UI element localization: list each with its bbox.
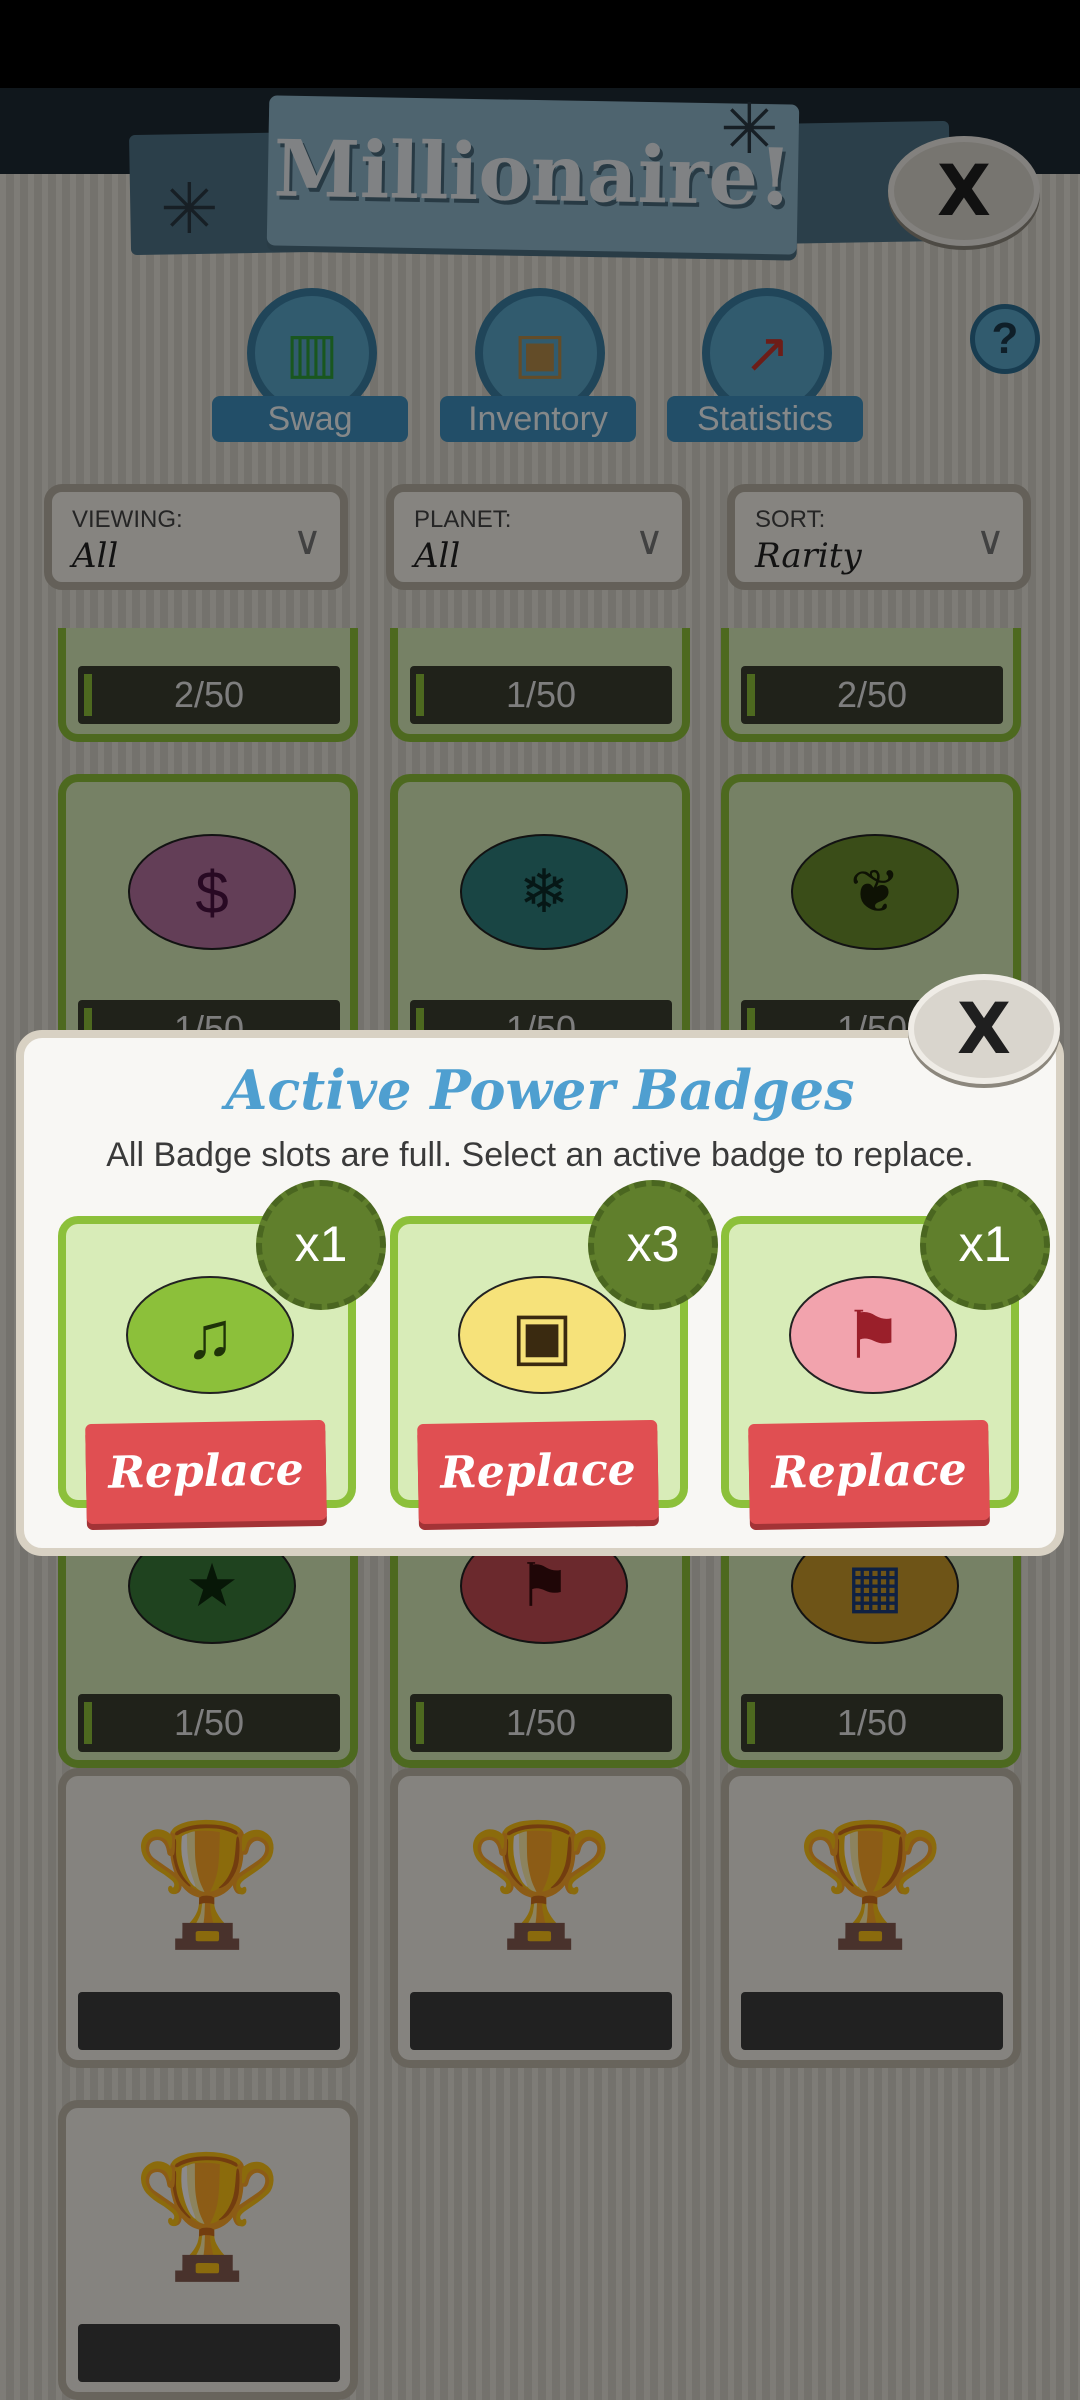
tab-inventory-label: Inventory <box>440 396 636 442</box>
planet-dropdown[interactable]: PLANET: All ∨ <box>386 484 690 590</box>
atom-decoration-icon: ✳ <box>160 170 219 248</box>
trophy-icon: 🏆 <box>465 1818 615 1952</box>
empty-progress-bar <box>741 1992 1003 2050</box>
locked-card[interactable]: 🏆 <box>390 1768 690 2068</box>
progress-bar: 1/50 <box>741 1694 1003 1752</box>
badge-count-seal: x1 <box>256 1180 386 1310</box>
sort-value: Rarity <box>755 536 862 576</box>
dialog-title: Active Power Badges <box>225 1058 855 1122</box>
holly-icon: ❦ <box>791 834 959 950</box>
badge-card[interactable]: $ 1/50 <box>58 774 358 1074</box>
viewing-caption: VIEWING: <box>72 506 183 533</box>
badge-card[interactable]: 1/50 <box>390 628 690 742</box>
viewing-value: All <box>72 536 119 576</box>
pixel-dollar-icon: $ <box>128 834 296 950</box>
empty-progress-bar <box>78 1992 340 2050</box>
planet-caption: PLANET: <box>414 506 512 533</box>
close-button[interactable]: X <box>888 136 1040 246</box>
close-icon: X <box>937 150 991 232</box>
badge-card[interactable]: ❄ 1/50 <box>390 774 690 1074</box>
trophy-icon: 🏆 <box>133 1818 283 1952</box>
empty-progress-bar <box>78 2324 340 2382</box>
badge-card[interactable]: 2/50 <box>721 628 1021 742</box>
progress-bar: 1/50 <box>410 1694 672 1752</box>
tab-inventory[interactable]: ▣ Inventory <box>440 288 640 448</box>
viewing-dropdown[interactable]: VIEWING: All ∨ <box>44 484 348 590</box>
badge-count-seal: x3 <box>588 1180 718 1310</box>
planet-value: All <box>414 536 461 576</box>
help-button[interactable]: ? <box>970 304 1040 374</box>
sort-caption: SORT: <box>755 506 826 533</box>
dialog-subtitle: All Badge slots are full. Select an acti… <box>106 1136 974 1174</box>
replace-button[interactable]: Replace <box>748 1419 990 1525</box>
replace-button[interactable]: Replace <box>85 1419 327 1525</box>
locked-card[interactable]: 🏆 <box>58 2100 358 2400</box>
chevron-down-icon: ∨ <box>634 519 664 563</box>
sort-dropdown[interactable]: SORT: Rarity ∨ <box>727 484 1031 590</box>
progress-bar: 2/50 <box>741 666 1003 724</box>
locked-card[interactable]: 🏆 <box>721 1768 1021 2068</box>
progress-bar: 1/50 <box>78 1694 340 1752</box>
dialog-close-button[interactable]: X <box>908 974 1060 1084</box>
empty-progress-bar <box>410 1992 672 2050</box>
music-note-icon: ♫ <box>126 1276 294 1394</box>
red-flag-icon: ⚑ <box>789 1276 957 1394</box>
trophy-icon: 🏆 <box>133 2150 283 2284</box>
chevron-down-icon: ∨ <box>975 519 1005 563</box>
progress-bar: 1/50 <box>410 666 672 724</box>
tab-statistics-label: Statistics <box>667 396 863 442</box>
tab-swag[interactable]: ▥ Swag <box>212 288 412 448</box>
status-bar <box>0 0 1080 88</box>
tab-statistics[interactable]: ↗ Statistics <box>667 288 867 448</box>
badge-count-seal: x1 <box>920 1180 1050 1310</box>
locked-card[interactable]: 🏆 <box>58 1768 358 2068</box>
tab-swag-label: Swag <box>212 396 408 442</box>
help-icon: ? <box>991 314 1019 363</box>
trophy-icon: 🏆 <box>796 1818 946 1952</box>
snowflake-icon: ❄ <box>460 834 628 950</box>
badge-card[interactable]: 2/50 <box>58 628 358 742</box>
chevron-down-icon: ∨ <box>292 519 322 563</box>
replace-button[interactable]: Replace <box>417 1419 659 1525</box>
television-icon: ▣ <box>458 1276 626 1394</box>
progress-bar: 2/50 <box>78 666 340 724</box>
close-icon: X <box>957 988 1011 1070</box>
atom-decoration-icon: ✳ <box>720 90 779 168</box>
